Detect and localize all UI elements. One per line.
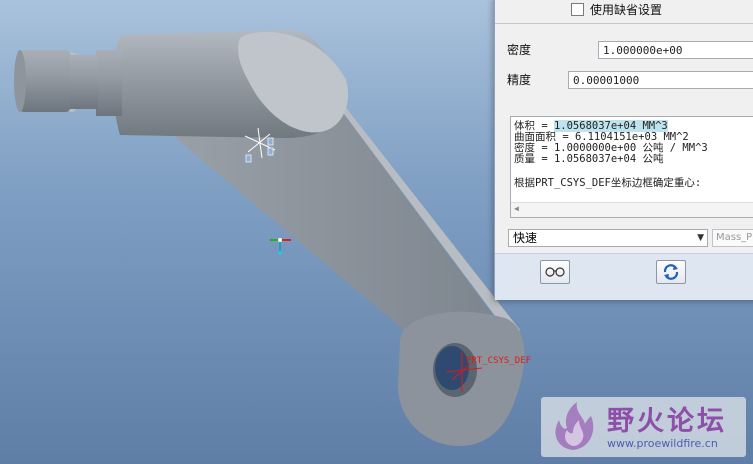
result-mass: 质量 = 1.0568037e+04 公吨	[514, 153, 664, 165]
mode-select[interactable]: 快速 ▼	[508, 229, 708, 247]
divider	[495, 23, 753, 24]
use-default-setting[interactable]: 使用缺省设置	[571, 1, 662, 18]
flame-logo-icon	[555, 402, 594, 450]
regenerate-button[interactable]	[656, 260, 686, 284]
mode-selected-value: 快速	[513, 231, 538, 245]
watermark-url: www.proewildfire.cn	[607, 437, 718, 450]
origin-triad-icon	[270, 238, 291, 255]
results-text-area[interactable]: 体积 = 1.0568037e+04 MM^3 曲面面积 = 6.1104151…	[510, 116, 753, 218]
csys-label: PRT_CSYS_DEF	[466, 356, 532, 366]
use-default-label: 使用缺省设置	[590, 3, 663, 17]
horizontal-scrollbar[interactable]: ◀	[511, 202, 753, 217]
dialog-toolbar	[495, 253, 753, 300]
preview-button[interactable]	[540, 260, 570, 284]
scroll-left-icon[interactable]: ◀	[514, 204, 519, 213]
density-label: 密度	[507, 43, 532, 57]
density-field[interactable]: 1.000000e+00	[598, 41, 753, 59]
chevron-down-icon[interactable]: ▼	[697, 230, 704, 246]
accuracy-field[interactable]: 0.00001000	[568, 71, 753, 89]
mass-properties-dialog: 使用缺省设置 密度 1.000000e+00 精度 0.00001000 体积 …	[494, 0, 753, 300]
regenerate-icon	[663, 264, 679, 280]
glasses-icon	[545, 267, 565, 277]
shaft	[20, 50, 70, 112]
accuracy-label: 精度	[507, 73, 532, 87]
watermark-title: 野火论坛	[607, 406, 727, 437]
checkbox-icon[interactable]	[571, 3, 584, 16]
forum-watermark: 野火论坛 www.proewildfire.cn	[541, 397, 746, 457]
shaft-collar	[96, 50, 122, 116]
result-center-of-gravity: 根据PRT_CSYS_DEF坐标边框确定重心:	[514, 177, 702, 189]
analysis-name-field[interactable]: Mass_P	[712, 229, 753, 247]
